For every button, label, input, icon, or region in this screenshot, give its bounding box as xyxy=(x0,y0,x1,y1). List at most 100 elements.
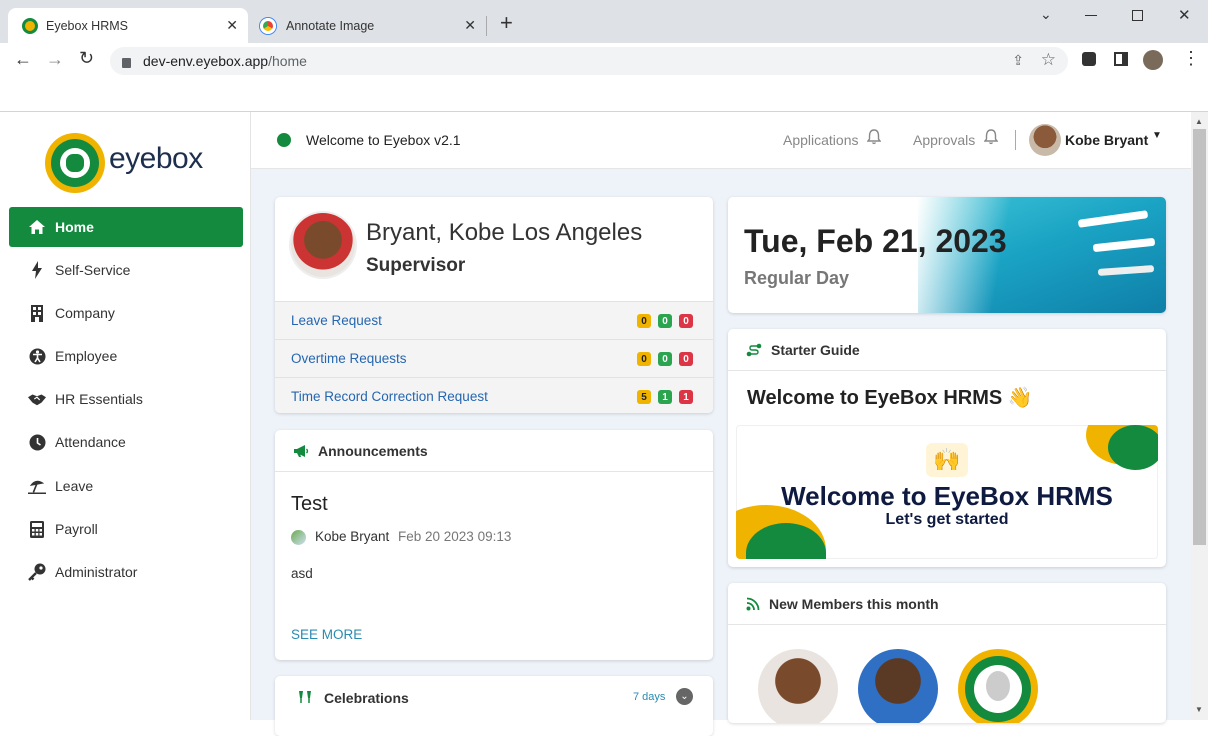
approvals-bell-icon[interactable] xyxy=(983,129,999,148)
applications-bell-icon[interactable] xyxy=(866,129,882,148)
sidebar-item-label: Employee xyxy=(55,348,118,364)
back-arrow-icon[interactable]: ← xyxy=(14,49,32,70)
celebrations-range[interactable]: 7 days xyxy=(633,691,665,703)
route-icon xyxy=(746,343,762,357)
eyebox-logo-icon[interactable] xyxy=(45,133,105,193)
tab-search-chevron-icon[interactable]: ⌄ xyxy=(1040,6,1052,23)
sidebar-item-label: Payroll xyxy=(55,521,98,537)
approvals-link[interactable]: Approvals xyxy=(913,132,975,148)
request-row-time-record[interactable]: Time Record Correction Request 5 1 1 xyxy=(275,377,713,413)
browser-tab-strip: Eyebox HRMS ✕ Annotate Image ✕ + ⌄ ✕ xyxy=(0,0,1208,43)
rejected-count-badge: 1 xyxy=(679,390,693,404)
welcome-text: Welcome to Eyebox v2.1 xyxy=(306,132,461,148)
approved-count-badge: 1 xyxy=(658,390,672,404)
starter-guide-card: Starter Guide Welcome to EyeBox HRMS 👋 🙌… xyxy=(728,329,1166,567)
sidebar-item-employee[interactable]: Employee xyxy=(9,336,243,376)
starter-guide-title: Welcome to EyeBox HRMS 👋 xyxy=(747,387,1033,409)
author-avatar xyxy=(291,530,306,545)
sidebar-item-leave[interactable]: Leave xyxy=(9,466,243,506)
tab-divider xyxy=(486,16,487,36)
new-tab-button[interactable]: + xyxy=(500,10,513,36)
lock-icon xyxy=(122,58,131,68)
close-tab-icon[interactable]: ✕ xyxy=(464,17,476,34)
scrollbar-thumb[interactable] xyxy=(1193,129,1206,545)
chevron-down-icon[interactable]: ⌄ xyxy=(676,688,693,705)
sidebar-item-attendance[interactable]: Attendance xyxy=(9,422,243,462)
see-more-link[interactable]: SEE MORE xyxy=(291,627,362,642)
leave-request-link[interactable]: Leave Request xyxy=(291,313,382,328)
sidebar-item-self-service[interactable]: Self-Service xyxy=(9,250,243,290)
new-members-header: New Members this month xyxy=(728,583,1166,625)
request-badges: 0 0 0 xyxy=(637,314,693,328)
bookmarks-bar xyxy=(0,79,1208,112)
welcome-banner-image[interactable]: 🙌 Welcome to EyeBox HRMS Let's get start… xyxy=(736,425,1158,559)
logo-text: eyebox xyxy=(109,142,203,175)
starter-guide-header: Starter Guide xyxy=(728,329,1166,371)
member-avatar[interactable] xyxy=(858,649,938,723)
sidebar-item-company[interactable]: Company xyxy=(9,293,243,333)
browser-tab-annotate[interactable]: Annotate Image ✕ xyxy=(250,8,486,43)
megaphone-icon xyxy=(293,444,309,458)
member-avatar[interactable] xyxy=(958,649,1038,723)
reload-icon[interactable]: ↻ xyxy=(79,48,94,69)
sidebar-item-home[interactable]: Home xyxy=(9,207,243,247)
banner-title: Welcome to EyeBox HRMS xyxy=(781,481,1113,511)
user-avatar[interactable] xyxy=(1029,124,1061,156)
overtime-requests-link[interactable]: Overtime Requests xyxy=(291,351,407,366)
forward-arrow-icon[interactable]: → xyxy=(46,49,64,70)
pending-count-badge: 0 xyxy=(637,352,651,366)
celebration-glasses-icon xyxy=(297,690,313,707)
sidebar-item-payroll[interactable]: Payroll xyxy=(9,509,243,549)
applications-link[interactable]: Applications xyxy=(783,132,859,148)
sidebar-item-label: Leave xyxy=(55,478,94,494)
sidebar-item-label: Company xyxy=(55,305,115,321)
time-record-correction-link[interactable]: Time Record Correction Request xyxy=(291,389,488,404)
profile-avatar-icon[interactable] xyxy=(1143,50,1163,70)
announcements-card: Announcements Test Kobe Bryant Feb 20 20… xyxy=(275,430,713,660)
url-field[interactable]: dev-env.eyebox.app/home ⇪ ☆ xyxy=(110,47,1068,75)
minimize-icon[interactable] xyxy=(1085,15,1097,16)
home-icon xyxy=(28,218,46,236)
sidebar-item-hr-essentials[interactable]: HR Essentials xyxy=(9,379,243,419)
pending-count-badge: 0 xyxy=(637,314,651,328)
user-menu-name[interactable]: Kobe Bryant xyxy=(1065,132,1148,148)
building-icon xyxy=(28,304,46,322)
chrome-favicon-icon xyxy=(260,17,276,34)
profile-name: Bryant, Kobe Los Angeles xyxy=(366,219,643,246)
request-row-overtime[interactable]: Overtime Requests 0 0 0 xyxy=(275,339,713,377)
current-date: Tue, Feb 21, 2023 xyxy=(744,223,1007,259)
announcement-body: asd xyxy=(291,566,313,581)
sidebar-item-administrator[interactable]: Administrator xyxy=(9,552,243,592)
maximize-icon[interactable] xyxy=(1132,10,1143,21)
bookmark-star-icon[interactable]: ☆ xyxy=(1041,50,1056,70)
browser-tab-title: Annotate Image xyxy=(286,18,375,33)
profile-photo xyxy=(291,213,355,277)
browser-tab-eyebox[interactable]: Eyebox HRMS ✕ xyxy=(8,8,248,43)
nav-divider xyxy=(1015,130,1016,150)
member-avatar[interactable] xyxy=(758,649,838,723)
browser-tab-title: Eyebox HRMS xyxy=(46,18,128,33)
share-icon[interactable]: ⇪ xyxy=(1012,52,1024,69)
clock-icon xyxy=(28,433,46,451)
extensions-puzzle-icon[interactable] xyxy=(1082,52,1096,66)
main-content: Bryant, Kobe Los Angeles Supervisor Leav… xyxy=(251,169,1191,736)
browser-menu-icon[interactable]: ⋮ xyxy=(1182,49,1200,67)
scroll-up-icon[interactable]: ▲ xyxy=(1195,117,1203,126)
close-tab-icon[interactable]: ✕ xyxy=(226,17,238,34)
announcement-author: Kobe Bryant xyxy=(315,529,390,544)
card-title: Announcements xyxy=(318,442,428,459)
announcement-title[interactable]: Test xyxy=(291,493,328,516)
sidebar: eyebox Home Self-Service Company Employe… xyxy=(0,112,251,720)
sidebar-item-label: Home xyxy=(55,219,94,235)
scroll-down-icon[interactable]: ▼ xyxy=(1195,705,1203,714)
bolt-icon xyxy=(28,261,46,279)
profile-card: Bryant, Kobe Los Angeles Supervisor Leav… xyxy=(275,197,713,413)
page-scrollbar[interactable]: ▲ ▼ xyxy=(1191,112,1208,720)
close-window-icon[interactable]: ✕ xyxy=(1178,6,1191,24)
profile-role: Supervisor xyxy=(366,255,466,276)
banner-subtitle: Let's get started xyxy=(885,511,1009,528)
caret-down-icon[interactable]: ▼ xyxy=(1152,130,1162,141)
side-panel-icon[interactable] xyxy=(1114,52,1128,66)
request-row-leave[interactable]: Leave Request 0 0 0 xyxy=(275,301,713,339)
new-members-card: New Members this month xyxy=(728,583,1166,723)
